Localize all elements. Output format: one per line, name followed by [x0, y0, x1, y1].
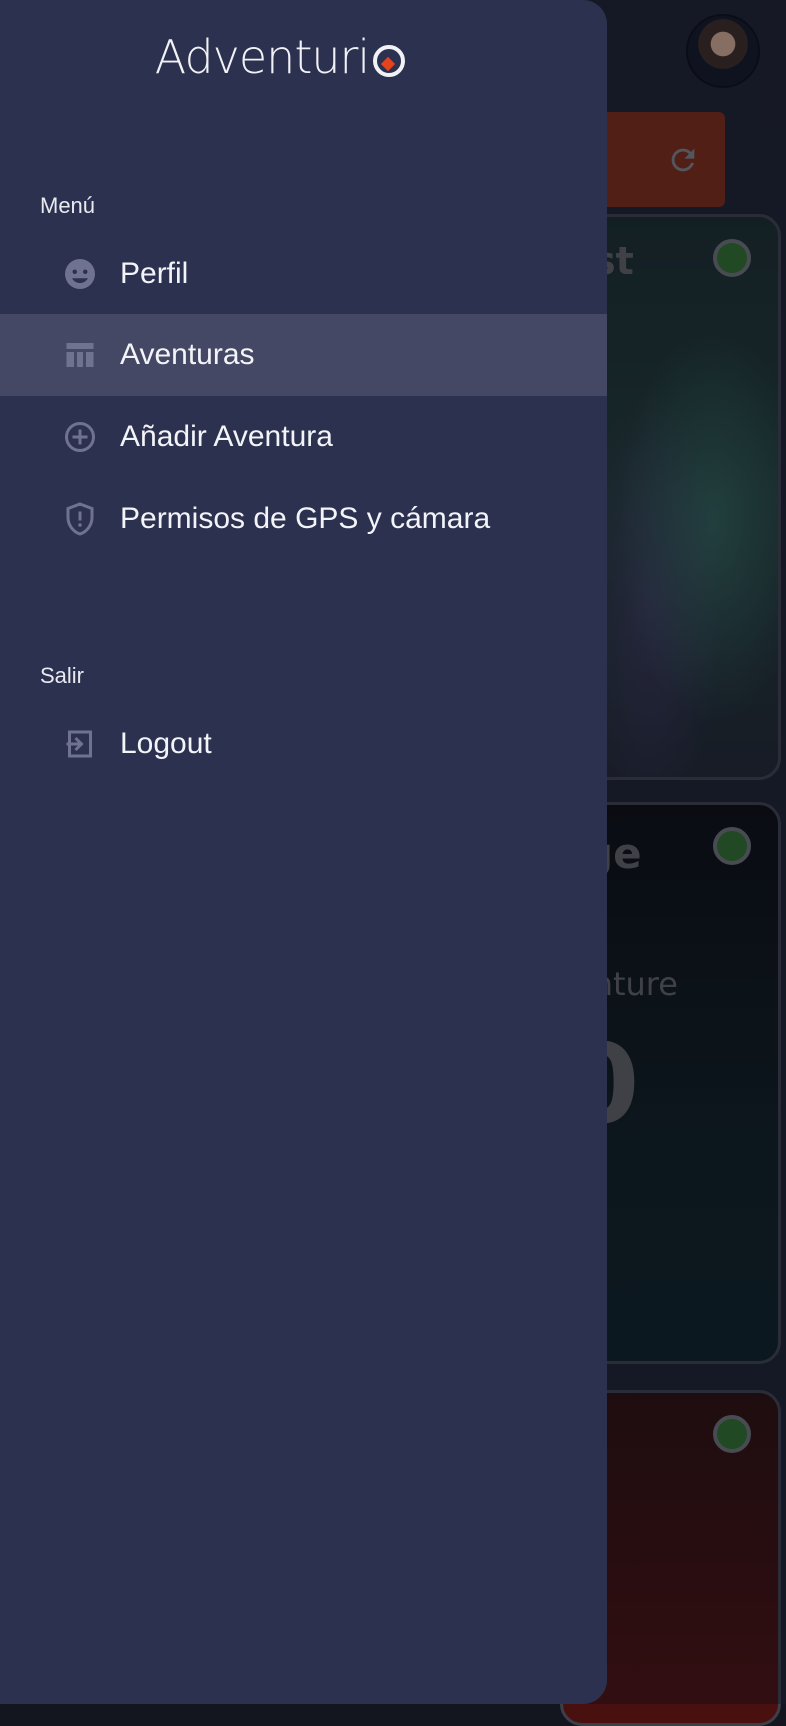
navigation-drawer: Adventuri Menú Perfil Aventuras Añadir A… — [0, 0, 607, 1704]
nav-label: Añadir Aventura — [120, 420, 333, 453]
nav-label: Permisos de GPS y cámara — [120, 502, 491, 535]
nav-label: Perfil — [120, 257, 189, 290]
nav-item-perfil[interactable]: Perfil — [0, 233, 607, 315]
nav-item-permisos[interactable]: Permisos de GPS y cámara — [0, 478, 607, 560]
face-icon — [60, 254, 100, 294]
logout-icon — [60, 724, 100, 764]
status-indicator — [713, 1415, 751, 1453]
nav-item-anadir-aventura[interactable]: Añadir Aventura — [0, 396, 607, 478]
add-circle-icon — [60, 417, 100, 457]
shield-icon — [60, 499, 100, 539]
logo-mark-icon — [373, 45, 406, 77]
nav-label: Aventuras — [120, 338, 255, 371]
refresh-icon — [671, 148, 694, 171]
menu-section-label: Menú — [40, 193, 96, 218]
user-avatar[interactable] — [686, 14, 760, 88]
status-indicator — [713, 827, 751, 865]
nav-label: Logout — [120, 727, 212, 760]
logo-text: Adventuri — [154, 30, 370, 84]
table-icon — [60, 335, 100, 375]
exit-section-label: Salir — [40, 663, 85, 688]
status-indicator — [713, 239, 751, 277]
app-logo: Adventuri — [0, 30, 560, 84]
nav-item-aventuras[interactable]: Aventuras — [0, 314, 607, 396]
nav-item-logout[interactable]: Logout — [0, 703, 607, 785]
